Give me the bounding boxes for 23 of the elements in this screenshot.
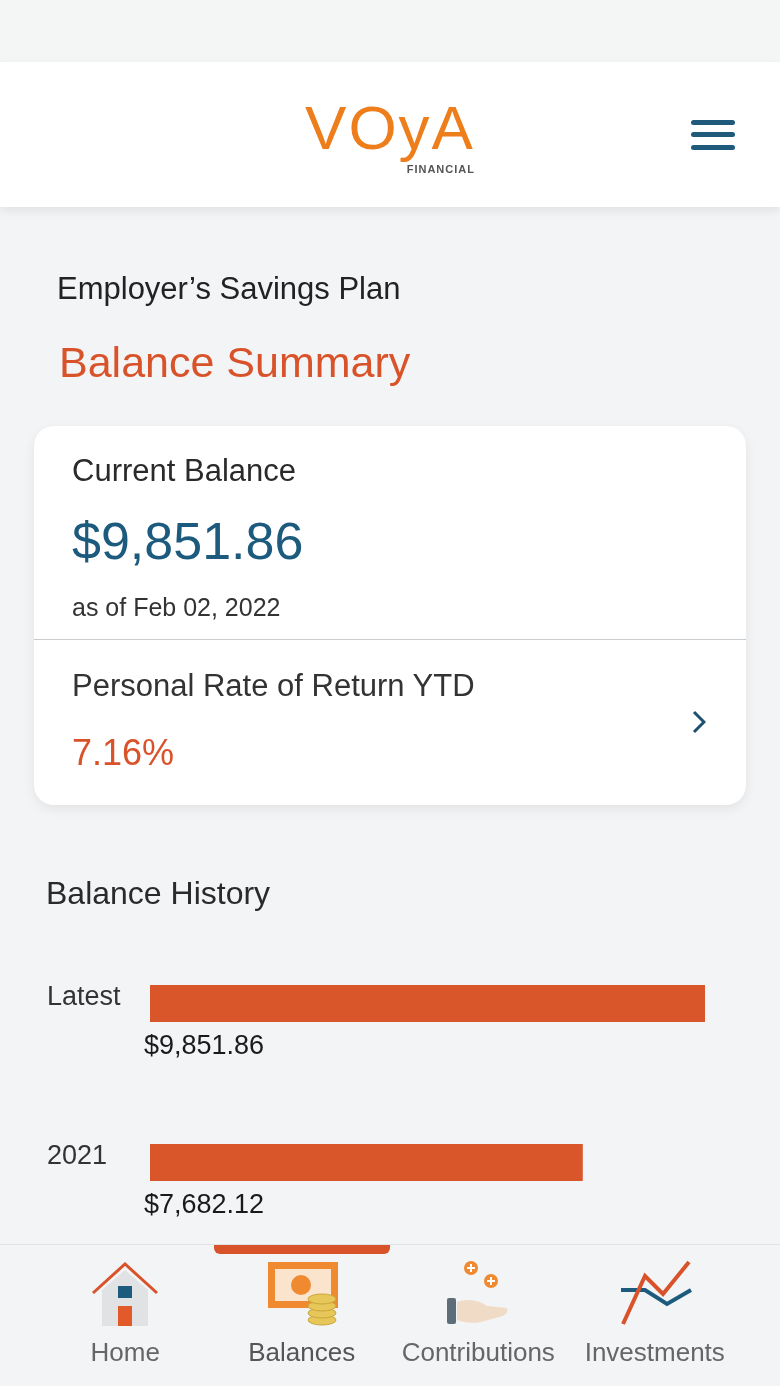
logo-tagline: FINANCIAL	[406, 163, 475, 176]
current-balance-label: Current Balance	[72, 453, 296, 489]
bar-value-label: $9,851.86	[144, 1029, 265, 1061]
nav-tab[interactable]: Investments	[566, 1245, 743, 1386]
plan-name: Employer’s Savings Plan	[57, 271, 401, 307]
rate-of-return-value: 7.16%	[72, 731, 175, 775]
rate-of-return-row[interactable]: Personal Rate of Return YTD 7.16%	[34, 640, 746, 805]
current-balance-amount: $9,851.86	[72, 511, 304, 571]
money-and-coins-icon	[265, 1260, 338, 1326]
bar-value-label: $7,682.12	[144, 1188, 265, 1220]
nav-tab[interactable]: Contributions	[390, 1245, 567, 1386]
chevron-right-icon	[692, 709, 706, 734]
rate-of-return-label: Personal Rate of Return YTD	[72, 668, 475, 704]
menu-button[interactable]	[691, 117, 735, 152]
as-of-date: as of Feb 02, 2022	[72, 592, 281, 622]
balance-history-title: Balance History	[46, 874, 271, 912]
nav-tab[interactable]: Home	[37, 1245, 214, 1386]
logo-wordmark: VOyA	[305, 93, 475, 163]
nav-tab[interactable]: Balances	[213, 1245, 390, 1386]
bar-category-label: 2021	[47, 1139, 108, 1171]
page-title: Balance Summary	[59, 337, 411, 387]
bar-category-label: Latest	[47, 980, 121, 1012]
house-icon	[90, 1260, 161, 1326]
